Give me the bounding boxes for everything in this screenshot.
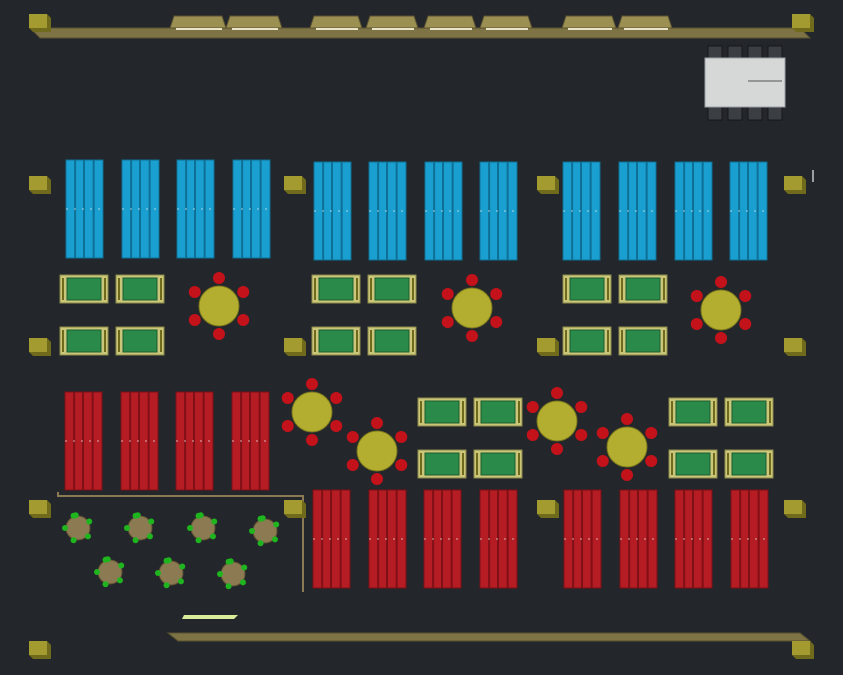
red-module — [479, 489, 518, 589]
pillar — [29, 14, 51, 32]
storage-box — [473, 449, 523, 479]
pillar — [284, 500, 306, 518]
storage-box — [618, 326, 668, 356]
floor-mat — [182, 615, 238, 619]
red-module — [619, 489, 658, 589]
storage-box — [115, 274, 165, 304]
pillar — [537, 500, 559, 518]
storage-box — [668, 449, 718, 479]
blue-module — [313, 161, 352, 261]
pillar — [29, 641, 51, 659]
pillar — [792, 14, 814, 32]
blue-module — [65, 159, 104, 259]
red-module — [120, 391, 159, 491]
red-module — [563, 489, 602, 589]
storage-box — [724, 449, 774, 479]
wall-shelf — [561, 15, 617, 30]
pillar — [792, 641, 814, 659]
storage-box — [417, 449, 467, 479]
pillar — [784, 338, 806, 356]
game-scene — [0, 0, 843, 675]
top-wall — [28, 27, 812, 39]
storage-box — [562, 326, 612, 356]
pillar — [29, 500, 51, 518]
storage-box — [311, 274, 361, 304]
wall-shelf — [225, 15, 283, 30]
storage-box — [59, 274, 109, 304]
storage-box — [59, 326, 109, 356]
storage-box — [724, 397, 774, 427]
blue-module — [424, 161, 463, 261]
storage-box — [562, 274, 612, 304]
wall-shelf — [365, 15, 419, 30]
pillar — [29, 338, 51, 356]
blue-module — [562, 161, 601, 261]
storage-box — [668, 397, 718, 427]
wall-shelf — [169, 15, 227, 30]
pillar — [284, 176, 306, 194]
storage-box — [417, 397, 467, 427]
pillar — [784, 176, 806, 194]
pillar — [784, 500, 806, 518]
red-module — [423, 489, 462, 589]
red-module — [64, 391, 103, 491]
red-module — [312, 489, 351, 589]
storage-box — [367, 274, 417, 304]
red-module — [368, 489, 407, 589]
wall-shelf — [617, 15, 673, 30]
wall-shelf — [309, 15, 363, 30]
storage-box — [115, 326, 165, 356]
blue-module — [479, 161, 518, 261]
blue-module — [121, 159, 160, 259]
blue-module — [729, 161, 768, 261]
blue-module — [232, 159, 271, 259]
storage-box — [367, 326, 417, 356]
pillar — [284, 338, 306, 356]
pillar — [537, 338, 559, 356]
blue-module — [674, 161, 713, 261]
bottom-wall — [166, 632, 812, 642]
storage-box — [311, 326, 361, 356]
red-module — [674, 489, 713, 589]
red-module — [175, 391, 214, 491]
red-module — [231, 391, 270, 491]
pillar — [537, 176, 559, 194]
wall-shelf — [479, 15, 533, 30]
blue-module — [368, 161, 407, 261]
blue-module — [618, 161, 657, 261]
wall-shelf — [423, 15, 477, 30]
pillar — [29, 176, 51, 194]
storage-box — [473, 397, 523, 427]
red-module — [730, 489, 769, 589]
blue-module — [176, 159, 215, 259]
storage-box — [618, 274, 668, 304]
